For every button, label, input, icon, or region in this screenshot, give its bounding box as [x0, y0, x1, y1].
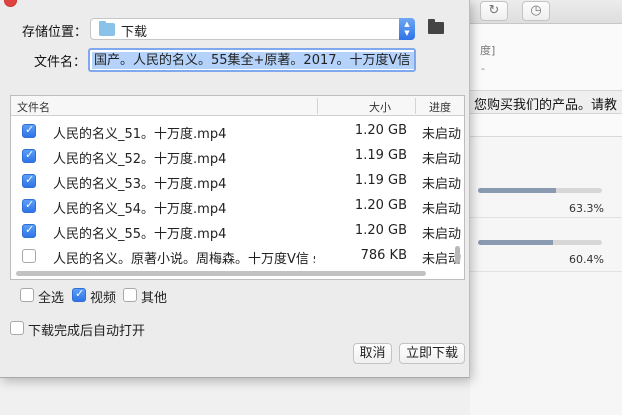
vertical-scrollbar[interactable] — [455, 246, 460, 264]
row-checkbox[interactable] — [22, 173, 36, 188]
refresh-icon[interactable]: ↻ — [480, 1, 508, 21]
location-value: 下载 — [121, 25, 148, 40]
select-all-checkbox[interactable] — [20, 288, 34, 302]
column-header-name[interactable]: 文件名 — [17, 99, 50, 115]
browse-folder-icon[interactable] — [428, 19, 444, 34]
row-checkbox[interactable] — [22, 223, 36, 238]
column-divider[interactable] — [415, 98, 416, 114]
row-checkbox[interactable] — [22, 148, 36, 163]
file-size: 1.19 GB — [354, 173, 407, 188]
download-now-button[interactable]: 立即下载 — [399, 343, 465, 364]
background-progress-fill — [478, 188, 557, 193]
other-checkbox[interactable] — [123, 288, 137, 302]
folder-icon — [99, 21, 115, 36]
file-name: 人民的名义_52。十万度.mp4 — [53, 152, 227, 167]
table-row[interactable]: 人民的名义_52。十万度.mp4 1.19 GB 未启动 — [11, 143, 464, 168]
chevron-up-down-icon[interactable]: ▲ ▼ — [399, 18, 415, 40]
column-header-size[interactable]: 大小 — [369, 99, 391, 115]
row-checkbox[interactable] — [22, 249, 36, 263]
clock-icon[interactable]: ◷ — [522, 1, 550, 21]
row-checkbox[interactable] — [22, 123, 36, 138]
horizontal-scrollbar[interactable] — [16, 271, 426, 276]
filename-value: 国产。人民的名义。55集全+原著。2017。十万度V信 sl — [92, 52, 414, 69]
auto-open-label: 下载完成后自动打开 — [28, 324, 146, 339]
other-label: 其他 — [141, 291, 168, 306]
column-divider[interactable] — [317, 98, 318, 114]
file-progress: 未启动 — [422, 152, 462, 167]
location-label: 存储位置： — [22, 25, 88, 40]
table-row[interactable]: 人民的名义_54。十万度.mp4 1.20 GB 未启动 — [11, 193, 464, 218]
file-table: 文件名 大小 进度 人民的名义_51。十万度.mp4 1.20 GB 未启动 人… — [10, 95, 465, 280]
row-checkbox[interactable] — [22, 198, 36, 213]
table-row[interactable]: 人民的名义_53。十万度.mp4 1.19 GB 未启动 — [11, 168, 464, 193]
background-message: 您购买我们的产品。请教 — [474, 98, 618, 113]
file-progress: 未启动 — [422, 177, 462, 192]
download-dialog: 存储位置： 下载 ▲ ▼ 文件名： 国产。人民的名义。55集全+原著。2017。十… — [0, 0, 470, 378]
video-checkbox[interactable] — [72, 287, 86, 302]
file-name: 人民的名义。原著小说。周梅森。十万度V信 s — [53, 252, 315, 267]
file-progress: 未启动 — [422, 227, 462, 242]
video-label: 视频 — [90, 291, 117, 306]
auto-open-checkbox[interactable] — [10, 321, 24, 335]
table-row[interactable]: 人民的名义。原著小说。周梅森。十万度V信 s 786 KB 未启动 — [11, 243, 464, 268]
filename-field[interactable]: 国产。人民的名义。55集全+原著。2017。十万度V信 sl — [88, 48, 416, 72]
file-progress: 未启动 — [422, 127, 462, 142]
file-progress: 未启动 — [422, 202, 462, 217]
cancel-button[interactable]: 取消 — [353, 343, 392, 364]
file-name: 人民的名义_51。十万度.mp4 — [53, 127, 227, 142]
close-window-button[interactable] — [4, 0, 17, 7]
table-row[interactable]: 人民的名义_55。十万度.mp4 1.20 GB 未启动 — [11, 218, 464, 243]
background-progress-fill — [478, 240, 553, 245]
table-row[interactable]: 人民的名义_51。十万度.mp4 1.20 GB 未启动 — [11, 118, 464, 143]
column-header-progress[interactable]: 进度 — [429, 99, 451, 115]
file-name: 人民的名义_55。十万度.mp4 — [53, 227, 227, 242]
background-bracket-text: 度] — [480, 44, 496, 57]
file-name: 人民的名义_54。十万度.mp4 — [53, 202, 227, 217]
file-size: 786 KB — [360, 248, 407, 263]
location-select[interactable]: 下载 ▲ ▼ — [90, 18, 415, 40]
file-name: 人民的名义_53。十万度.mp4 — [53, 177, 227, 192]
background-dash-text: - — [481, 62, 485, 75]
file-size: 1.20 GB — [354, 223, 407, 238]
table-header: 文件名 大小 进度 — [11, 96, 464, 116]
file-size: 1.20 GB — [354, 198, 407, 213]
background-progress-percent: 60.4% — [569, 253, 604, 266]
file-size: 1.19 GB — [354, 148, 407, 163]
file-size: 1.20 GB — [354, 123, 407, 138]
background-progress-percent: 63.3% — [569, 202, 604, 215]
background-progress-bar — [478, 240, 602, 245]
background-progress-bar — [478, 188, 602, 193]
filename-label: 文件名： — [34, 55, 87, 70]
select-all-label: 全选 — [38, 291, 65, 306]
